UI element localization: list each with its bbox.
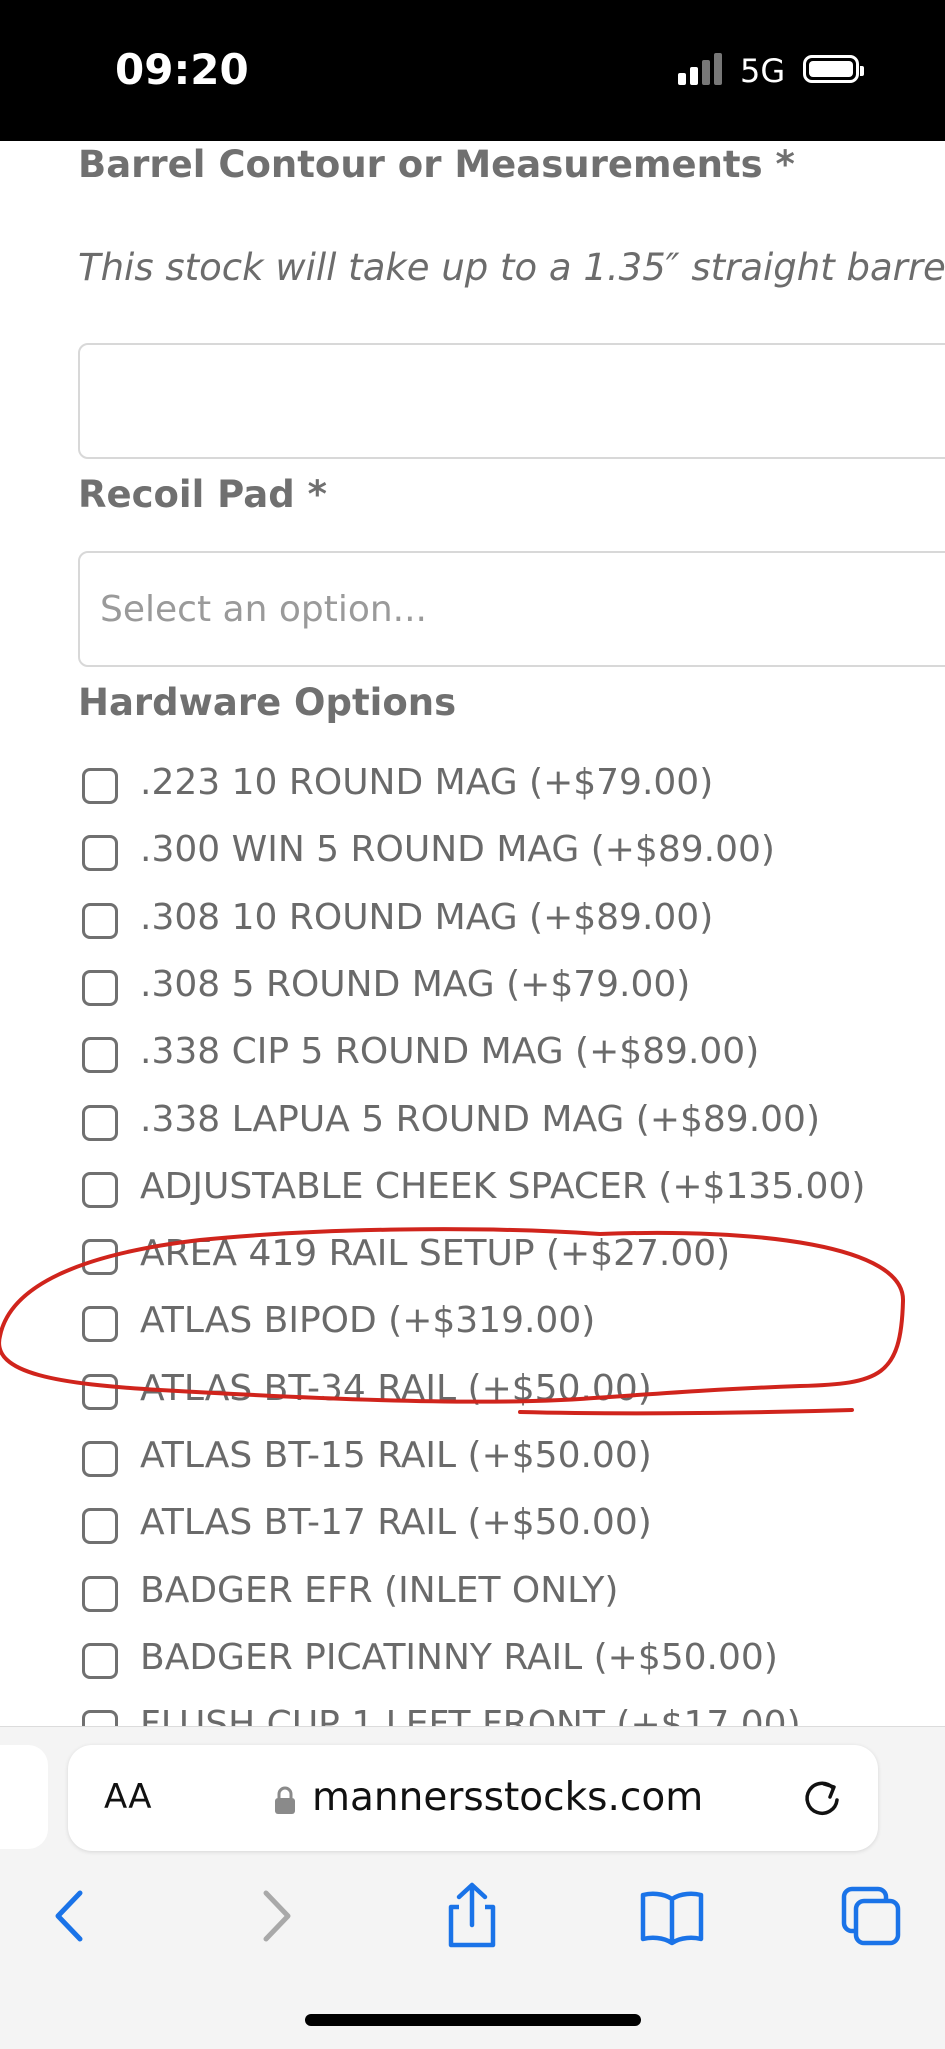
hardware-option-label[interactable]: ATLAS BIPOD (+$319.00) xyxy=(140,1300,595,1341)
hardware-option-label[interactable]: FLUSH CUP 1 LEFT FRONT (+$17.00) xyxy=(140,1704,801,1726)
hardware-option-label[interactable]: AREA 419 RAIL SETUP (+$27.00) xyxy=(140,1233,730,1274)
recoil-pad-placeholder: Select an option... xyxy=(100,589,427,630)
hardware-option-label[interactable]: ADJUSTABLE CHEEK SPACER (+$135.00) xyxy=(140,1166,865,1207)
url-text[interactable]: mannersstocks.com xyxy=(312,1775,703,1820)
hardware-option-checkbox[interactable] xyxy=(82,1037,118,1074)
clock: 09:20 xyxy=(115,45,249,94)
reload-icon[interactable] xyxy=(800,1775,844,1819)
hardware-option-checkbox[interactable] xyxy=(82,1373,118,1410)
hardware-option-checkbox[interactable] xyxy=(82,1710,118,1726)
hardware-option-checkbox[interactable] xyxy=(82,1171,118,1208)
browser-toolbar: AA mannersstocks.com xyxy=(0,1726,945,2049)
hardware-option-checkbox[interactable] xyxy=(82,768,118,804)
hardware-option-checkbox[interactable] xyxy=(82,969,118,1006)
back-icon[interactable] xyxy=(36,1881,106,1951)
tabs-icon[interactable] xyxy=(836,1881,906,1951)
hardware-option-label[interactable]: .338 CIP 5 ROUND MAG (+$89.00) xyxy=(140,1031,759,1072)
barrel-contour-help: This stock will take up to a 1.35″ strai… xyxy=(78,246,945,289)
hardware-option-label[interactable]: .308 10 ROUND MAG (+$89.00) xyxy=(140,897,713,938)
text-size-button[interactable]: AA xyxy=(104,1777,151,1817)
battery-icon xyxy=(803,55,864,83)
previous-tab-preview[interactable] xyxy=(0,1745,48,1849)
hardware-option-label[interactable]: ATLAS BT-15 RAIL (+$50.00) xyxy=(140,1435,652,1476)
network-type: 5G xyxy=(740,52,786,90)
hardware-option-checkbox[interactable] xyxy=(82,1441,118,1477)
product-options-form: Barrel Contour or Measurements * This st… xyxy=(0,141,945,1726)
hardware-option-label[interactable]: ATLAS BT-17 RAIL (+$50.00) xyxy=(140,1502,652,1543)
hardware-option-checkbox[interactable] xyxy=(82,1642,118,1679)
hardware-option-label[interactable]: BADGER EFR (INLET ONLY) xyxy=(140,1570,618,1611)
barrel-contour-input[interactable] xyxy=(78,343,945,459)
barrel-contour-label: Barrel Contour or Measurements * xyxy=(78,143,795,186)
hardware-option-label[interactable]: .300 WIN 5 ROUND MAG (+$89.00) xyxy=(140,829,775,870)
hardware-option-checkbox[interactable] xyxy=(82,902,118,939)
hardware-option-checkbox[interactable] xyxy=(82,1104,118,1141)
hardware-option-checkbox[interactable] xyxy=(82,1508,118,1545)
recoil-pad-select[interactable]: Select an option... xyxy=(78,551,945,667)
hardware-option-label[interactable]: ATLAS BT-34 RAIL (+$50.00) xyxy=(140,1368,652,1409)
cellular-signal-icon xyxy=(678,51,726,85)
hardware-option-checkbox[interactable] xyxy=(82,1306,118,1343)
hardware-option-label[interactable]: BADGER PICATINNY RAIL (+$50.00) xyxy=(140,1637,778,1678)
hardware-option-checkbox[interactable] xyxy=(82,835,118,872)
share-icon[interactable] xyxy=(437,1881,507,1951)
hardware-option-label[interactable]: .338 LAPUA 5 ROUND MAG (+$89.00) xyxy=(140,1099,820,1140)
bookmarks-icon[interactable] xyxy=(637,1881,707,1951)
status-bar: 09:20 5G xyxy=(0,0,945,141)
hardware-option-checkbox[interactable] xyxy=(82,1239,118,1276)
hardware-options-label: Hardware Options xyxy=(78,681,457,724)
address-bar[interactable]: AA mannersstocks.com xyxy=(68,1745,878,1851)
recoil-pad-label: Recoil Pad * xyxy=(78,473,327,516)
home-indicator xyxy=(305,2014,641,2026)
hardware-option-label[interactable]: .308 5 ROUND MAG (+$79.00) xyxy=(140,964,690,1005)
hardware-option-label[interactable]: .223 10 ROUND MAG (+$79.00) xyxy=(140,762,713,803)
forward-icon[interactable] xyxy=(240,1881,310,1951)
lock-icon xyxy=(275,1786,295,1814)
hardware-option-checkbox[interactable] xyxy=(82,1575,118,1612)
